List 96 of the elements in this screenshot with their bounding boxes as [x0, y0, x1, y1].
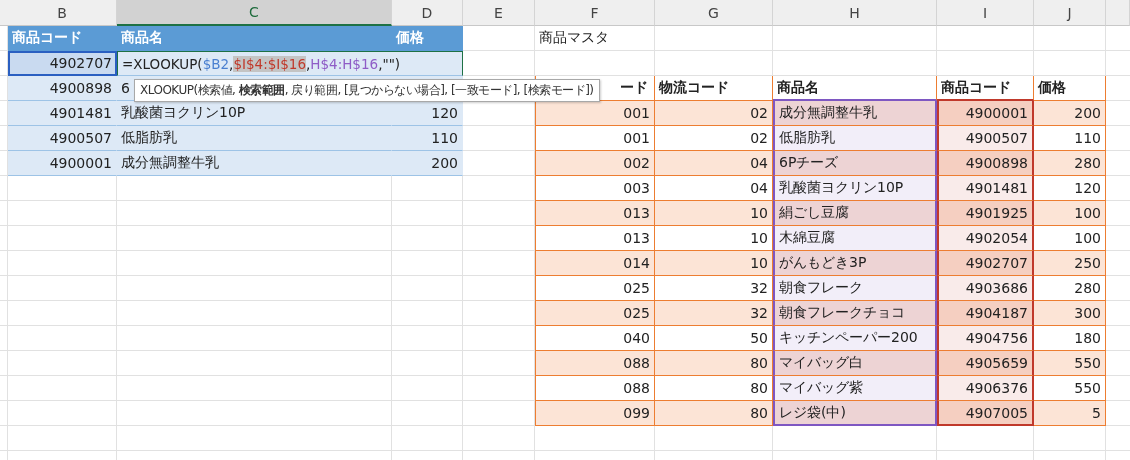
header-cell: 商品名 [117, 26, 392, 51]
table-cell: マイバッグ白 [773, 351, 937, 376]
table-cell: 10 [655, 251, 773, 276]
table-cell: 乳酸菌ヨクリン10P [117, 101, 392, 126]
table-cell: 4905659 [937, 351, 1034, 376]
column-header[interactable]: G [655, 0, 773, 26]
table-cell: 100 [1034, 226, 1106, 251]
table-cell: 120 [392, 101, 463, 126]
table-cell: 10 [655, 201, 773, 226]
column-header[interactable]: C [117, 0, 392, 26]
table-cell: 6Pチーズ [773, 151, 937, 176]
table-cell: 朝食フレーク [773, 276, 937, 301]
table-cell: 成分無調整牛乳 [773, 101, 937, 126]
table-cell: 014 [535, 251, 655, 276]
table-cell: 絹ごし豆腐 [773, 201, 937, 226]
table-cell: 4900898 [937, 151, 1034, 176]
header-cell: 価格 [1034, 76, 1106, 101]
table-cell: 200 [1034, 101, 1106, 126]
table-cell: 002 [535, 151, 655, 176]
table-cell: 200 [392, 151, 463, 176]
column-header[interactable]: F [535, 0, 655, 26]
table-cell: 013 [535, 201, 655, 226]
table-cell: マイバッグ紫 [773, 376, 937, 401]
table-cell: 110 [1034, 126, 1106, 151]
table-cell: 4900001 [8, 151, 117, 176]
table-cell: 低脂肪乳 [773, 126, 937, 151]
table-cell: 4901481 [8, 101, 117, 126]
table-cell: 10 [655, 226, 773, 251]
table-cell: 4901925 [937, 201, 1034, 226]
table-cell: 4903686 [937, 276, 1034, 301]
table-cell: 木綿豆腐 [773, 226, 937, 251]
column-header[interactable]: E [463, 0, 535, 26]
table-cell: 4904187 [937, 301, 1034, 326]
formula-input[interactable]: =XLOOKUP($B2,$I$4:$I$16,H$4:H$16,"") [117, 51, 463, 76]
table-cell: 100 [1034, 201, 1106, 226]
table-cell: がんもどき3P [773, 251, 937, 276]
table-cell: 04 [655, 176, 773, 201]
table-cell: 4902707 [8, 51, 117, 76]
sheet-title: 商品マスタ [538, 28, 610, 47]
table-cell: 4907005 [937, 401, 1034, 426]
table-cell: 120 [1034, 176, 1106, 201]
table-cell: 110 [392, 126, 463, 151]
table-cell: 013 [535, 226, 655, 251]
table-cell: キッチンペーパー200 [773, 326, 937, 351]
table-cell: 4901481 [937, 176, 1034, 201]
column-header[interactable]: B [8, 0, 117, 26]
table-cell: 4902707 [937, 251, 1034, 276]
column-header[interactable]: I [937, 0, 1034, 26]
table-cell: 001 [535, 101, 655, 126]
table-cell: 4904756 [937, 326, 1034, 351]
table-cell: 088 [535, 351, 655, 376]
header-cell: 商品コード [8, 26, 117, 51]
table-cell: 4902054 [937, 226, 1034, 251]
header-cell: 価格 [392, 26, 463, 51]
table-cell: 4900001 [937, 101, 1034, 126]
table-cell: 4900507 [937, 126, 1034, 151]
table-cell: 300 [1034, 301, 1106, 326]
table-cell: 02 [655, 101, 773, 126]
table-cell: 250 [1034, 251, 1106, 276]
table-cell: 乳酸菌ヨクリン10P [773, 176, 937, 201]
table-cell: 180 [1034, 326, 1106, 351]
table-cell: 02 [655, 126, 773, 151]
table-cell: 280 [1034, 151, 1106, 176]
table-cell: 4900507 [8, 126, 117, 151]
table-cell: 040 [535, 326, 655, 351]
table-cell: 50 [655, 326, 773, 351]
table-cell: 5 [1034, 401, 1106, 426]
table-cell: 80 [655, 401, 773, 426]
column-header[interactable]: D [392, 0, 463, 26]
table-cell: 80 [655, 351, 773, 376]
table-cell: 088 [535, 376, 655, 401]
table-cell: 003 [535, 176, 655, 201]
column-header[interactable] [1106, 0, 1130, 26]
header-cell: 商品名 [773, 76, 937, 101]
table-cell: 550 [1034, 376, 1106, 401]
header-cell: 商品コード [937, 76, 1034, 101]
table-cell: 朝食フレークチョコ [773, 301, 937, 326]
table-cell: 4906376 [937, 376, 1034, 401]
table-cell: 32 [655, 301, 773, 326]
table-cell: 025 [535, 301, 655, 326]
table-cell: 成分無調整牛乳 [117, 151, 392, 176]
table-cell: 025 [535, 276, 655, 301]
table-cell: 32 [655, 276, 773, 301]
table-cell: 550 [1034, 351, 1106, 376]
table-cell: 低脂肪乳 [117, 126, 392, 151]
function-tooltip: XLOOKUP(検索値, 検索範囲, 戻り範囲, [見つからない場合], [一致モード], [検索モード]) [134, 79, 600, 102]
header-cell: 物流コード [655, 76, 773, 101]
column-header[interactable]: H [773, 0, 937, 26]
column-header[interactable]: J [1034, 0, 1106, 26]
table-cell: 80 [655, 376, 773, 401]
table-cell: 4900898 [8, 76, 117, 101]
table-cell: 280 [1034, 276, 1106, 301]
table-cell: レジ袋(中) [773, 401, 937, 426]
table-cell: 001 [535, 126, 655, 151]
table-cell: 099 [535, 401, 655, 426]
table-cell: 04 [655, 151, 773, 176]
